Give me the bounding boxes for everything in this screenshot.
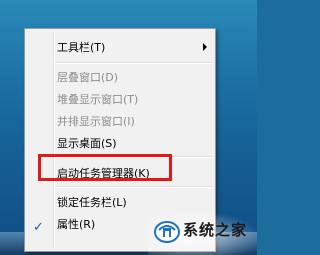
checkmark-icon: ✓: [33, 220, 44, 235]
menu-item-cascade-windows: 层叠窗口(D): [57, 71, 119, 84]
menu-item-stack-windows: 堆叠显示窗口(T): [57, 93, 139, 106]
watermark-text: 系统之家: [183, 221, 248, 239]
menu-item-side-by-side-windows: 并排显示窗口(I): [57, 115, 135, 128]
menu-item-show-desktop[interactable]: 显示桌面(S): [57, 135, 117, 151]
menu-item-lock-taskbar[interactable]: 锁定任务栏(L): [57, 194, 127, 210]
menu-item-properties[interactable]: 属性(R): [57, 216, 95, 232]
watermark-logo-icon: [154, 221, 180, 243]
submenu-arrow-icon: [203, 43, 207, 51]
menu-separator: [55, 186, 212, 188]
menu-separator: [55, 62, 212, 64]
task-manager-highlight-box: [38, 154, 172, 181]
menu-item-toolbars[interactable]: 工具栏(T): [57, 39, 105, 55]
